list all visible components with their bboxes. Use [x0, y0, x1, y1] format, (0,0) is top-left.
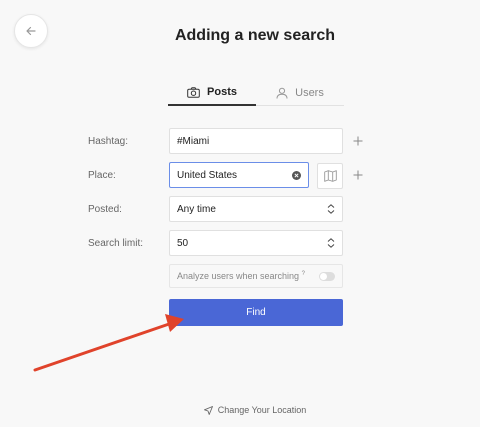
tab-users[interactable]: Users	[256, 80, 344, 106]
map-icon	[323, 170, 337, 182]
search-type-tabs: Posts Users	[168, 80, 344, 106]
search-limit-value: 50	[177, 237, 189, 249]
clear-place-button[interactable]	[292, 170, 301, 180]
plus-icon	[353, 170, 363, 180]
tab-users-label: Users	[295, 86, 324, 99]
toggle-knob	[320, 272, 327, 280]
camera-icon	[187, 86, 200, 98]
place-input[interactable]: United States	[169, 162, 309, 188]
hashtag-value: #Miami	[177, 135, 210, 147]
tab-posts[interactable]: Posts	[168, 80, 256, 106]
map-button[interactable]	[317, 163, 343, 189]
tab-posts-label: Posts	[207, 86, 237, 98]
search-limit-select[interactable]: 50	[169, 230, 343, 256]
hashtag-label: Hashtag:	[88, 136, 129, 147]
change-location-label: Change Your Location	[217, 405, 307, 415]
plus-icon	[353, 136, 363, 146]
analyze-users-toggle[interactable]	[319, 271, 335, 281]
clear-icon	[292, 170, 301, 180]
posted-select[interactable]: Any time	[169, 196, 343, 222]
add-place-button[interactable]	[352, 169, 364, 181]
chevron-updown-icon	[327, 238, 335, 248]
find-button[interactable]: Find	[169, 299, 343, 326]
analyze-users-label: Analyze users when searching ?	[177, 271, 305, 281]
posted-label: Posted:	[88, 204, 122, 215]
chevron-updown-icon	[327, 204, 335, 214]
page-title: Adding a new search	[174, 27, 336, 44]
help-hint[interactable]: ?	[302, 271, 305, 277]
change-location-link[interactable]: Change Your Location	[0, 405, 480, 415]
place-value: United States	[177, 169, 238, 181]
search-limit-label: Search limit:	[88, 238, 144, 249]
posted-value: Any time	[177, 203, 216, 215]
hashtag-input[interactable]: #Miami	[169, 128, 343, 154]
place-label: Place:	[88, 170, 116, 181]
user-icon	[276, 87, 288, 99]
add-hashtag-button[interactable]	[352, 135, 364, 147]
analyze-users-row: Analyze users when searching ?	[169, 264, 343, 288]
navigation-arrow-icon	[203, 405, 213, 415]
